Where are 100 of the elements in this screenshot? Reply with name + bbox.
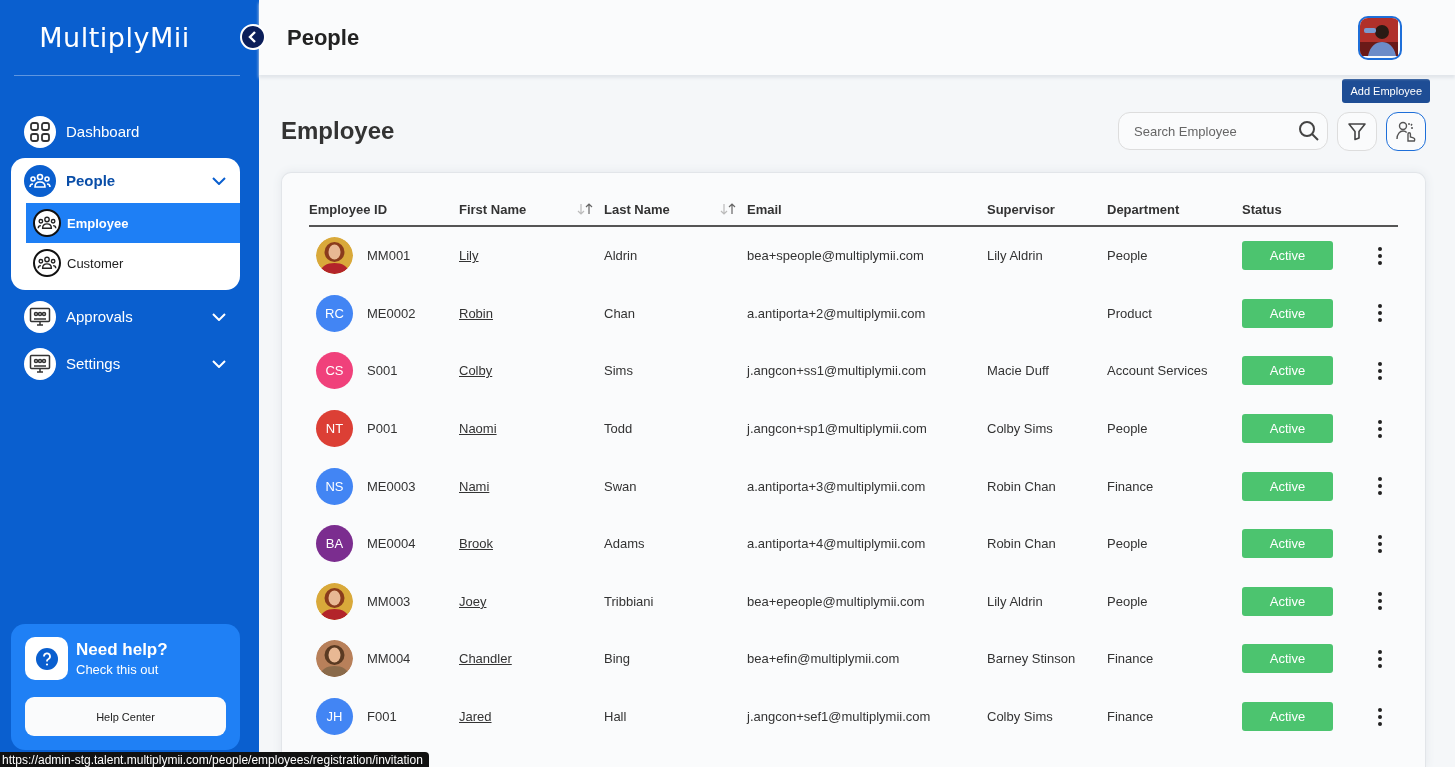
column-header: Status — [1242, 201, 1282, 217]
first-name-link[interactable]: Jared — [459, 709, 492, 725]
avatar: BA — [316, 525, 353, 563]
table-cell: Tribbiani — [604, 593, 654, 609]
monitor-icon — [24, 347, 56, 380]
table-cell: Todd — [604, 421, 633, 437]
status-badge: Active — [1242, 644, 1333, 674]
add-person-icon — [1394, 119, 1418, 143]
table-cell: a.antiporta+3@multiplymii.com — [747, 478, 926, 494]
nav-item[interactable]: People — [11, 158, 240, 203]
employee-id: S001 — [367, 363, 398, 379]
table-cell: People — [1107, 421, 1148, 437]
status-url: https://admin-stg.talent.multiplymii.com/people/employees/registration/invitation — [0, 752, 429, 767]
table-cell: Product — [1107, 305, 1152, 321]
sort-icon[interactable] — [576, 203, 594, 215]
section-title: Employee — [281, 117, 395, 145]
table-cell: Lily Aldrin — [987, 248, 1043, 264]
table-cell: People — [1107, 536, 1148, 552]
first-name-link[interactable]: Brook — [459, 536, 493, 552]
table-cell: Account Services — [1107, 363, 1208, 379]
table-cell: Aldrin — [604, 248, 638, 264]
table-cell: Robin Chan — [987, 536, 1056, 552]
first-name-link[interactable]: Naomi — [459, 421, 497, 437]
table-cell: j.angcon+sp1@multiplymii.com — [747, 421, 927, 437]
table-cell: Bing — [604, 651, 631, 667]
table-cell: People — [1107, 248, 1148, 264]
status-badge: Active — [1242, 471, 1333, 501]
column-header: Supervisor — [987, 201, 1055, 217]
table-cell: Swan — [604, 478, 637, 494]
nav-item[interactable]: Dashboard — [11, 111, 240, 152]
sort-icon[interactable] — [719, 203, 737, 215]
first-name-link[interactable]: Colby — [459, 363, 493, 379]
table-cell: Colby Sims — [987, 421, 1053, 437]
search-field[interactable]: Search Employee — [1118, 112, 1328, 150]
people-icon — [33, 209, 61, 237]
first-name-link[interactable]: Lily — [459, 248, 479, 264]
employee-id: ME0002 — [367, 305, 416, 321]
column-header: Department — [1107, 201, 1180, 217]
table-cell: Finance — [1107, 709, 1154, 725]
table-cell: Finance — [1107, 651, 1154, 667]
table-cell: Robin Chan — [987, 478, 1056, 494]
employee-id: ME0004 — [367, 536, 416, 552]
filter-button[interactable] — [1337, 111, 1377, 151]
table-cell: bea+efin@multiplymii.com — [747, 651, 900, 667]
employee-id: MM003 — [367, 593, 411, 609]
status-badge: Active — [1242, 414, 1333, 444]
logo: MultiplyMii — [39, 22, 190, 53]
people-icon — [24, 164, 56, 197]
column-header: Email — [747, 201, 782, 217]
status-badge: Active — [1242, 298, 1333, 328]
user-avatar[interactable] — [1358, 15, 1402, 60]
first-name-link[interactable]: Chandler — [459, 651, 512, 667]
avatar: CS — [316, 352, 353, 390]
employee-id: ME0003 — [367, 478, 416, 494]
monitor-icon — [24, 300, 56, 333]
help-center-button[interactable]: Help Center — [25, 697, 226, 736]
nav-item[interactable]: Approvals — [11, 296, 240, 337]
first-name-link[interactable]: Robin — [459, 305, 493, 321]
submenu-item[interactable]: Customer — [11, 243, 240, 283]
column-header: Last Name — [604, 201, 670, 217]
status-badge: Active — [1242, 586, 1333, 616]
table-cell: Adams — [604, 536, 645, 552]
people-icon — [33, 249, 61, 277]
table-cell: bea+speople@multiplymii.com — [747, 248, 924, 264]
status-badge: Active — [1242, 241, 1333, 271]
table-cell: Sims — [604, 363, 633, 379]
avatar: NS — [316, 467, 353, 505]
table-cell: Barney Stinson — [987, 651, 1076, 667]
status-badge: Active — [1242, 702, 1333, 732]
column-header: Employee ID — [309, 201, 388, 217]
table-cell: a.antiporta+4@multiplymii.com — [747, 536, 926, 552]
table-cell: Chan — [604, 305, 636, 321]
tooltip: Add Employee — [1342, 78, 1430, 103]
first-name-link[interactable]: Joey — [459, 593, 487, 609]
submenu-item[interactable]: Employee — [26, 203, 240, 243]
chevron-left-icon — [248, 31, 258, 43]
employee-id: F001 — [367, 709, 397, 725]
add-employee-button[interactable] — [1386, 111, 1426, 151]
status-badge: Active — [1242, 529, 1333, 559]
grid-icon — [24, 115, 56, 148]
avatar: JH — [316, 698, 353, 736]
employee-id: MM004 — [367, 651, 411, 667]
first-name-link[interactable]: Nami — [459, 478, 490, 494]
help-subtitle: Check this out — [76, 662, 160, 677]
avatar: NT — [316, 410, 353, 448]
page-title: People — [287, 24, 360, 51]
search-icon — [1298, 120, 1320, 142]
table-cell: Colby Sims — [987, 709, 1053, 725]
table-cell: bea+epeople@multiplymii.com — [747, 593, 925, 609]
column-header: First Name — [459, 201, 527, 217]
table-cell: Lily Aldrin — [987, 593, 1043, 609]
help-title: Need help? — [76, 640, 168, 660]
employee-id: P001 — [367, 421, 398, 437]
help-icon — [25, 637, 68, 680]
avatar: RC — [316, 294, 353, 332]
table-cell: a.antiporta+2@multiplymii.com — [747, 305, 926, 321]
table-cell: Hall — [604, 709, 627, 725]
nav-item[interactable]: Settings — [11, 343, 240, 384]
status-badge: Active — [1242, 356, 1333, 386]
table-cell: Macie Duff — [987, 363, 1049, 379]
